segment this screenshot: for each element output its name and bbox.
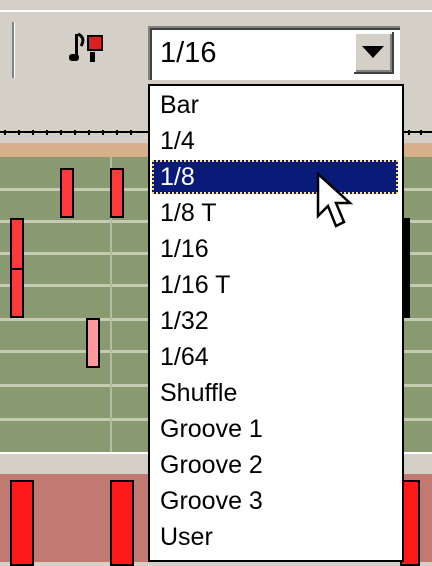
midi-note[interactable] bbox=[86, 318, 100, 368]
dropdown-option[interactable]: User bbox=[152, 520, 398, 554]
dropdown-option-selected[interactable]: 1/8 bbox=[152, 160, 398, 194]
dropdown-option[interactable]: 1/32 bbox=[152, 304, 398, 338]
option-label: 1/64 bbox=[160, 343, 209, 371]
midi-note[interactable] bbox=[60, 168, 74, 218]
option-label: 1/8 bbox=[160, 163, 195, 191]
option-label: 1/4 bbox=[160, 127, 195, 155]
dropdown-option[interactable]: 1/4 bbox=[152, 124, 398, 158]
midi-note[interactable] bbox=[110, 168, 124, 218]
dropdown-option[interactable]: Groove 3 bbox=[152, 484, 398, 518]
option-label: Groove 2 bbox=[160, 451, 263, 479]
mouse-pointer-icon bbox=[316, 172, 354, 228]
combobox-value[interactable]: 1/16 bbox=[160, 33, 216, 73]
option-label: Groove 1 bbox=[160, 415, 263, 443]
dropdown-option[interactable]: Shuffle bbox=[152, 376, 398, 410]
option-label: Groove 3 bbox=[160, 487, 263, 515]
dropdown-option[interactable]: 1/16 T bbox=[152, 268, 398, 302]
option-label: User bbox=[160, 523, 213, 551]
dropdown-option[interactable]: Groove 1 bbox=[152, 412, 398, 446]
option-label: Bar bbox=[160, 91, 199, 119]
midi-note[interactable] bbox=[10, 218, 24, 272]
option-label: 1/8 T bbox=[160, 199, 217, 227]
dropdown-option[interactable]: Groove 2 bbox=[152, 448, 398, 482]
quantize-note-icon[interactable] bbox=[66, 28, 106, 68]
toolbar-separator bbox=[12, 22, 15, 78]
dropdown-option[interactable]: Bar bbox=[152, 88, 398, 122]
velocity-bar[interactable] bbox=[10, 480, 34, 566]
midi-note[interactable] bbox=[10, 268, 24, 318]
option-label: 1/16 T bbox=[160, 271, 231, 299]
chevron-down-icon bbox=[362, 46, 384, 58]
quantize-dropdown-list[interactable]: Bar 1/4 1/8 1/8 T 1/16 1/16 T 1/32 1/64 … bbox=[148, 84, 404, 562]
option-label: 1/16 bbox=[160, 235, 209, 263]
toolbar-divider bbox=[0, 10, 432, 12]
option-label: 1/32 bbox=[160, 307, 209, 335]
dropdown-option[interactable]: 1/16 bbox=[152, 232, 398, 266]
velocity-bar[interactable] bbox=[110, 480, 134, 566]
dropdown-option[interactable]: 1/64 bbox=[152, 340, 398, 374]
option-label: Shuffle bbox=[160, 379, 238, 407]
dropdown-option[interactable]: 1/8 T bbox=[152, 196, 398, 230]
